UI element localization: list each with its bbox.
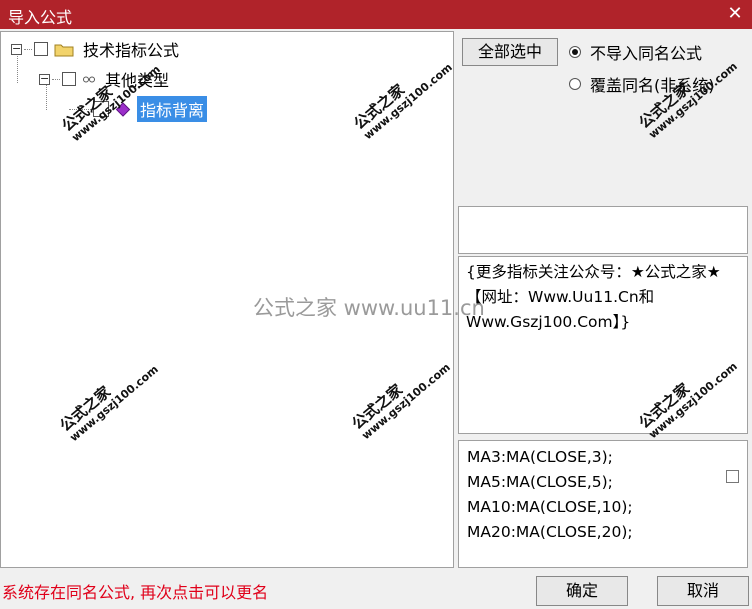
folder-icon (54, 44, 74, 56)
close-icon[interactable]: ✕ (724, 2, 746, 26)
formula-description: {更多指标关注公众号：★公式之家★ 【网址：Www.Uu11.Cn和Www.Gs… (458, 256, 748, 434)
tree-label-item[interactable]: 指标背离 (137, 96, 208, 122)
code-line: MA10:MA(CLOSE,10); (467, 498, 633, 516)
radio-button[interactable] (569, 78, 581, 90)
window-title: 导入公式 (8, 8, 73, 27)
code-line: MA20:MA(CLOSE,20); (467, 523, 633, 541)
watermark: 公式之家 www.gszj100.com (350, 60, 455, 143)
code-checkbox[interactable] (726, 470, 739, 483)
ok-button[interactable]: 确定 (536, 576, 628, 606)
cancel-button[interactable]: 取消 (657, 576, 749, 606)
category-checkbox[interactable] (62, 72, 76, 86)
watermark: 公式之家 www.gszj100.com (56, 362, 161, 445)
tree-node-root[interactable]: − 技术指标公式 (11, 37, 182, 61)
status-message: 系统存在同名公式, 再次点击可以更名 (2, 583, 269, 602)
collapse-icon[interactable]: − (11, 43, 22, 55)
watermark: 公式之家 www.gszj100.com (348, 360, 453, 443)
formula-code: MA3:MA(CLOSE,3); MA5:MA(CLOSE,5); MA10:M… (458, 440, 748, 568)
info-field (458, 206, 748, 254)
collapse-icon[interactable]: − (39, 73, 50, 85)
title-bar: 导入公式 ✕ (0, 0, 752, 29)
options-panel: 全部选中 不导入同名公式 覆盖同名(非系统) {更多指标关注公众号：★公式之家★… (456, 31, 752, 568)
watermark-center: 公式之家 www.uu11.cn (253, 296, 485, 320)
radio-button[interactable] (569, 46, 581, 58)
code-line: MA5:MA(CLOSE,5); (467, 473, 613, 491)
select-all-button[interactable]: 全部选中 (462, 38, 558, 66)
category-icon (83, 76, 95, 82)
radio-no-import[interactable]: 不导入同名公式 (569, 40, 702, 64)
tree-label-root: 技术指标公式 (83, 41, 180, 60)
root-checkbox[interactable] (34, 42, 48, 56)
code-line: MA3:MA(CLOSE,3); (467, 448, 613, 466)
